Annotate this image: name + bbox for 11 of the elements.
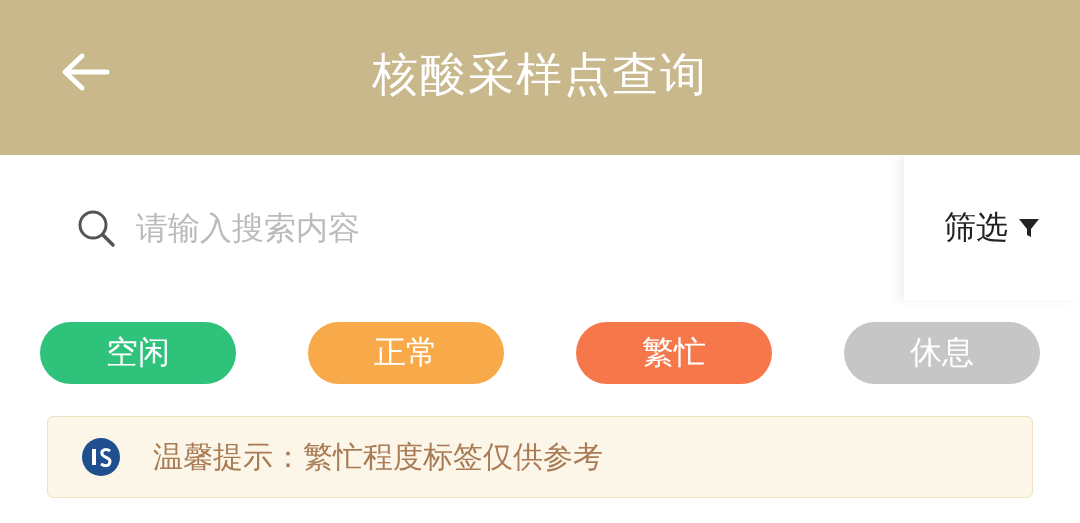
status-tag: 繁忙: [576, 322, 772, 384]
back-arrow-icon[interactable]: [60, 52, 110, 92]
status-tag: 休息: [844, 322, 1040, 384]
filter-button[interactable]: 筛选: [904, 155, 1080, 300]
tip-text: 温馨提示：繁忙程度标签仅供参考: [153, 437, 603, 476]
logo-icon: [81, 437, 121, 477]
page-title: 核酸采样点查询: [372, 45, 708, 103]
search-field[interactable]: 请输入搜索内容: [134, 207, 738, 248]
status-tag: 空闲: [40, 322, 236, 384]
status-tag: 正常: [308, 322, 504, 384]
filter-icon: [1018, 216, 1040, 239]
